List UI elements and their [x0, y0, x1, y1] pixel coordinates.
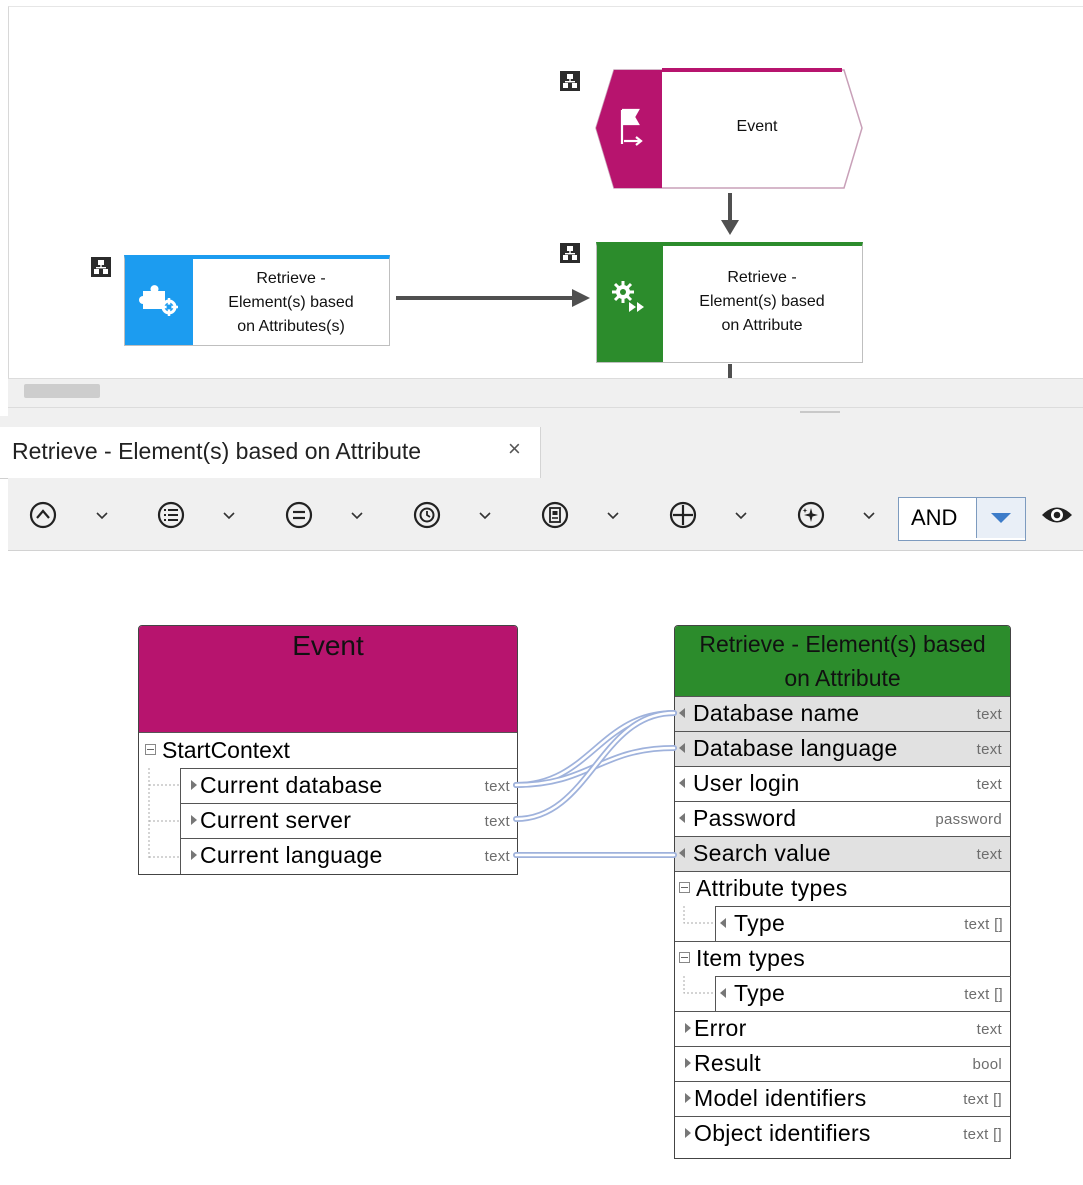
- mapping-connections: [513, 710, 677, 858]
